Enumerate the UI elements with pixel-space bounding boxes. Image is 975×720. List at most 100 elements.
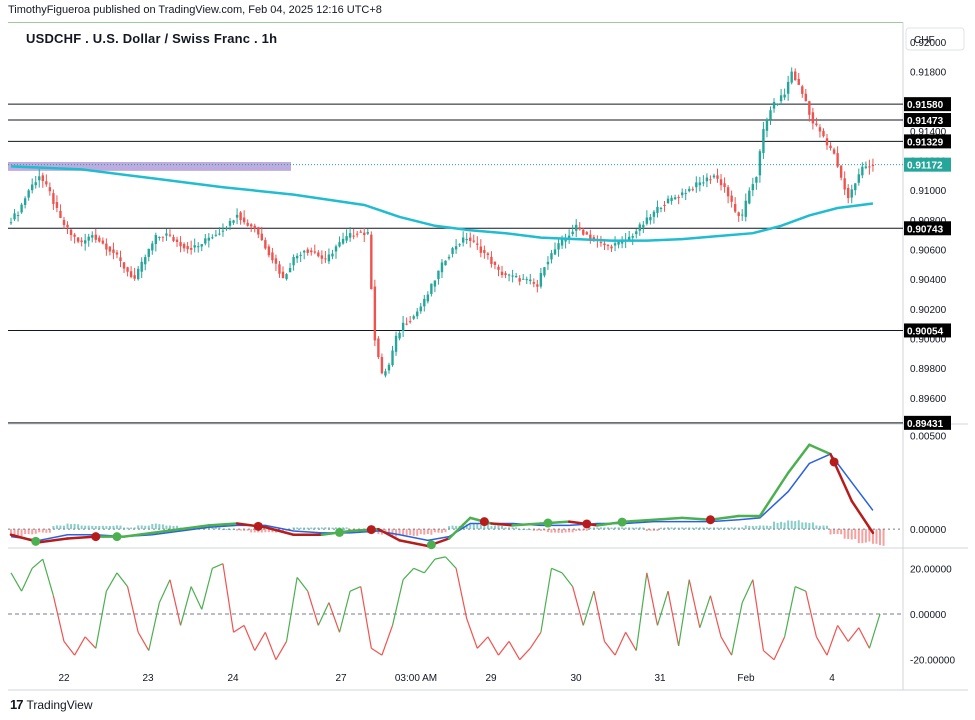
- candle-body: [172, 237, 175, 241]
- candle-body: [324, 258, 327, 260]
- candle-body: [310, 250, 313, 253]
- macd-histogram-bar: [879, 529, 881, 546]
- chart-canvas[interactable]: CHF0.920000.918000.916000.914000.912000.…: [0, 0, 975, 720]
- candle-body: [677, 197, 680, 199]
- osc-segment: [466, 618, 478, 649]
- candle-body: [281, 271, 285, 279]
- candle-body: [197, 246, 200, 248]
- candle-body: [854, 183, 857, 191]
- candle-body: [751, 184, 755, 191]
- macd-histogram-bar: [239, 529, 242, 531]
- candle-body: [412, 316, 415, 319]
- macd-histogram-bar: [17, 529, 20, 536]
- macd-histogram-bar: [476, 523, 479, 530]
- macd-cross-up-dot: [31, 536, 41, 546]
- macd-histogram-bar: [508, 527, 511, 530]
- osc-segment: [603, 641, 616, 656]
- macd-histogram-bar: [303, 527, 306, 530]
- candle-body: [204, 238, 207, 244]
- candle-body: [723, 183, 726, 188]
- macd-histogram-bar: [221, 529, 224, 531]
- macd-histogram-bar: [130, 527, 133, 530]
- candle-body: [136, 268, 140, 280]
- osc-segment: [678, 579, 690, 647]
- macd-histogram-bar: [236, 529, 239, 531]
- osc-segment: [370, 647, 383, 656]
- time-tick-label: 30: [570, 673, 582, 684]
- macd-histogram-bar: [395, 529, 398, 537]
- time-tick-label: 23: [142, 673, 154, 684]
- macd-histogram-bar: [730, 527, 733, 530]
- price-tick-label: 0.90200: [910, 305, 947, 316]
- candle-body: [320, 255, 324, 259]
- macd-histogram-bar: [243, 529, 246, 531]
- level-label: 0.91580: [907, 100, 944, 111]
- macd-histogram-bar: [342, 527, 345, 530]
- macd-histogram-bar: [663, 527, 666, 530]
- candle-body: [366, 232, 369, 234]
- candle-body: [557, 243, 560, 250]
- candle-body: [101, 240, 105, 244]
- macd-histogram-bar: [765, 525, 768, 530]
- macd-histogram-bar: [313, 527, 316, 530]
- candle-body: [423, 298, 426, 307]
- macd-histogram-bar: [737, 527, 740, 530]
- osc-segment: [445, 556, 457, 569]
- macd-cross-up-dot: [335, 527, 345, 537]
- macd-histogram-bar: [144, 525, 147, 530]
- level-label: 0.91473: [907, 116, 944, 127]
- candle-body: [285, 274, 288, 280]
- candle-body: [158, 236, 161, 238]
- candle-body: [589, 234, 592, 240]
- candle-body: [98, 237, 101, 242]
- macd-histogram-bar: [324, 527, 327, 530]
- osc-segment: [709, 595, 722, 638]
- macd-histogram-bar: [801, 522, 804, 530]
- macd-histogram-bar: [522, 529, 525, 531]
- macd-histogram-bar: [794, 521, 797, 530]
- macd-histogram-bar: [172, 525, 175, 530]
- candle-body: [108, 246, 112, 252]
- candle-body: [416, 311, 419, 317]
- macd-signal-segment: [398, 539, 430, 548]
- macd-histogram-bar: [73, 523, 76, 530]
- candle-body: [472, 240, 475, 242]
- candle-body: [419, 306, 422, 312]
- candle-body: [762, 129, 765, 154]
- candle-body: [295, 255, 299, 259]
- candle-body: [741, 214, 744, 216]
- osc-segment: [741, 579, 754, 603]
- macd-histogram-bar: [614, 527, 617, 530]
- candle-body: [225, 228, 228, 230]
- macd-histogram-bar: [847, 529, 850, 540]
- candle-body: [716, 175, 719, 179]
- candle-body: [182, 244, 186, 249]
- candle-body: [161, 236, 165, 238]
- candle-body: [352, 235, 355, 237]
- macd-histogram-bar: [101, 525, 104, 530]
- macd-histogram-bar: [769, 525, 772, 530]
- osc-segment: [858, 627, 870, 649]
- candle-body: [479, 246, 483, 253]
- macd-histogram-bar: [575, 529, 578, 531]
- macd-histogram-bar: [762, 525, 765, 530]
- macd-histogram-bar: [818, 525, 821, 530]
- candle-body: [645, 217, 649, 224]
- macd-histogram-bar: [91, 525, 94, 530]
- osc-segment: [338, 590, 351, 633]
- macd-histogram-bar: [48, 529, 51, 533]
- candle-body: [94, 234, 97, 240]
- candle-body: [843, 178, 846, 190]
- macd-histogram-bar: [126, 527, 129, 530]
- macd-histogram-bar: [744, 525, 747, 530]
- osc-segment: [391, 579, 404, 626]
- macd-histogram-bar: [582, 529, 585, 531]
- macd-histogram-bar: [727, 527, 730, 530]
- candle-body: [444, 260, 447, 266]
- candle-body: [635, 231, 638, 235]
- macd-histogram-bar: [154, 523, 157, 530]
- candle-body: [497, 266, 500, 270]
- candle-body: [755, 177, 758, 183]
- candle-body: [278, 264, 281, 274]
- candle-body: [794, 71, 797, 81]
